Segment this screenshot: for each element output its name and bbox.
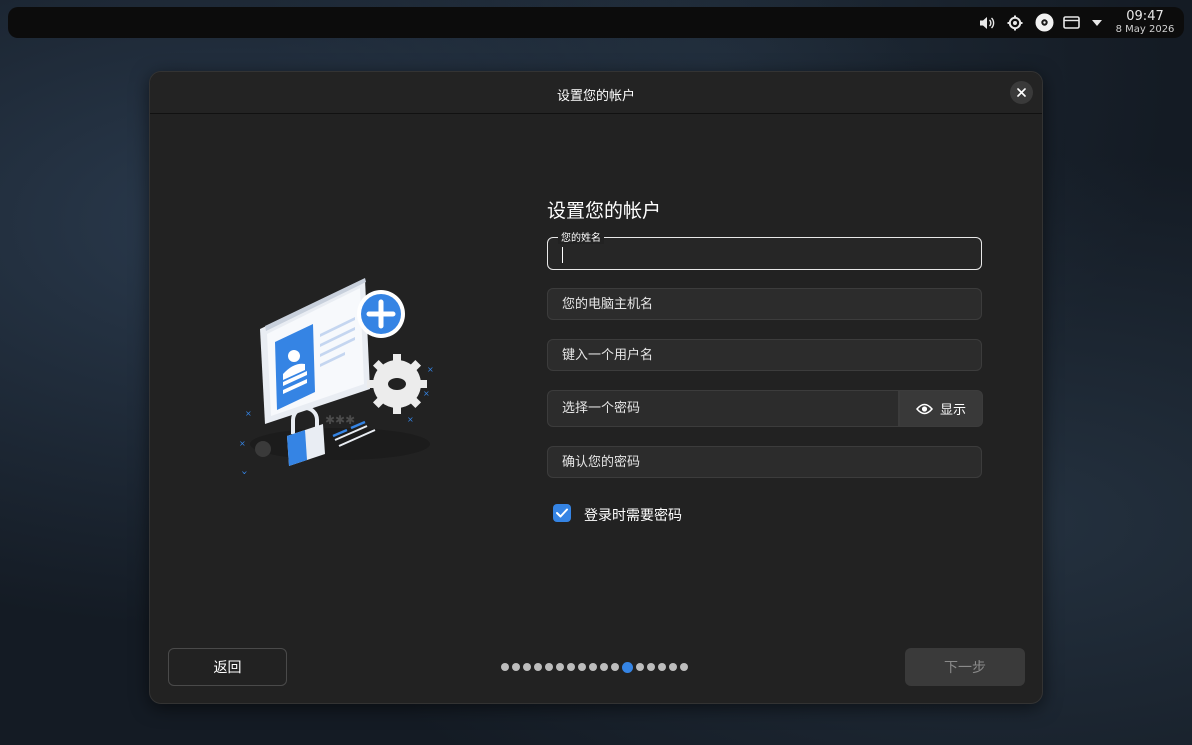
show-password-button[interactable]: 显示 xyxy=(899,390,983,427)
back-button[interactable]: 返回 xyxy=(168,648,287,686)
top-bar: 09:47 8 May 2026 xyxy=(8,7,1184,38)
svg-text:×: × xyxy=(407,415,414,424)
page-dot xyxy=(501,663,509,671)
page-dot xyxy=(567,663,575,671)
svg-text:×: × xyxy=(239,439,246,448)
form-title: 设置您的帐户 xyxy=(547,200,662,222)
clock[interactable]: 09:47 8 May 2026 xyxy=(1114,10,1176,35)
svg-text:×: × xyxy=(423,389,430,398)
display-icon[interactable] xyxy=(1060,7,1082,38)
svg-text:×: × xyxy=(427,365,434,374)
dialog-header: 设置您的帐户 xyxy=(150,72,1042,114)
full-name-label: 您的姓名 xyxy=(558,229,604,244)
hostname-field[interactable] xyxy=(547,288,982,320)
page-dot xyxy=(680,663,688,671)
disc-icon[interactable] xyxy=(1032,7,1056,38)
account-setup-dialog: 设置您的帐户 ✱✱✱ × × × × × × 设置您的帐户 您的姓名 您的电脑主… xyxy=(149,71,1043,704)
eye-icon xyxy=(916,403,933,414)
show-password-label: 显示 xyxy=(939,403,966,418)
settings-icon[interactable] xyxy=(1004,7,1026,38)
hostname-input[interactable] xyxy=(548,289,981,319)
close-button[interactable] xyxy=(1010,81,1033,104)
dropdown-icon[interactable] xyxy=(1088,7,1106,38)
page-dot xyxy=(556,663,564,671)
page-dot xyxy=(545,663,553,671)
page-dot xyxy=(647,663,655,671)
dialog-title: 设置您的帐户 xyxy=(556,89,635,104)
page-dot xyxy=(534,663,542,671)
page-dot xyxy=(658,663,666,671)
page-dot-active xyxy=(622,661,633,673)
require-password-checkbox[interactable] xyxy=(553,504,571,522)
confirm-password-input[interactable] xyxy=(548,447,981,477)
page-dot xyxy=(589,663,597,671)
page-dot xyxy=(636,663,644,671)
page-indicator xyxy=(501,661,688,673)
password-field[interactable] xyxy=(547,390,899,427)
page-dot xyxy=(512,663,520,671)
close-icon xyxy=(1017,88,1026,97)
confirm-password-field[interactable] xyxy=(547,446,982,478)
page-dot xyxy=(669,663,677,671)
username-field[interactable] xyxy=(547,339,982,371)
text-caret xyxy=(562,247,563,263)
username-input[interactable] xyxy=(548,340,981,370)
page-dot xyxy=(611,663,619,671)
checkmark-icon xyxy=(556,508,568,518)
svg-text:×: × xyxy=(245,409,252,418)
account-illustration: ✱✱✱ × × × × × × xyxy=(239,278,434,474)
clock-date: 8 May 2026 xyxy=(1115,24,1175,35)
volume-icon[interactable] xyxy=(975,7,999,38)
require-password-label[interactable]: 登录时需要密码 xyxy=(584,505,682,525)
page-dot xyxy=(600,663,608,671)
svg-text:×: × xyxy=(241,469,248,474)
svg-text:✱✱✱: ✱✱✱ xyxy=(325,413,355,427)
next-button[interactable]: 下一步 xyxy=(905,648,1025,686)
full-name-field[interactable]: 您的姓名 xyxy=(547,229,982,270)
clock-time: 09:47 xyxy=(1126,9,1164,24)
page-dot xyxy=(523,663,531,671)
password-input[interactable] xyxy=(548,391,898,426)
page-dot xyxy=(578,663,586,671)
